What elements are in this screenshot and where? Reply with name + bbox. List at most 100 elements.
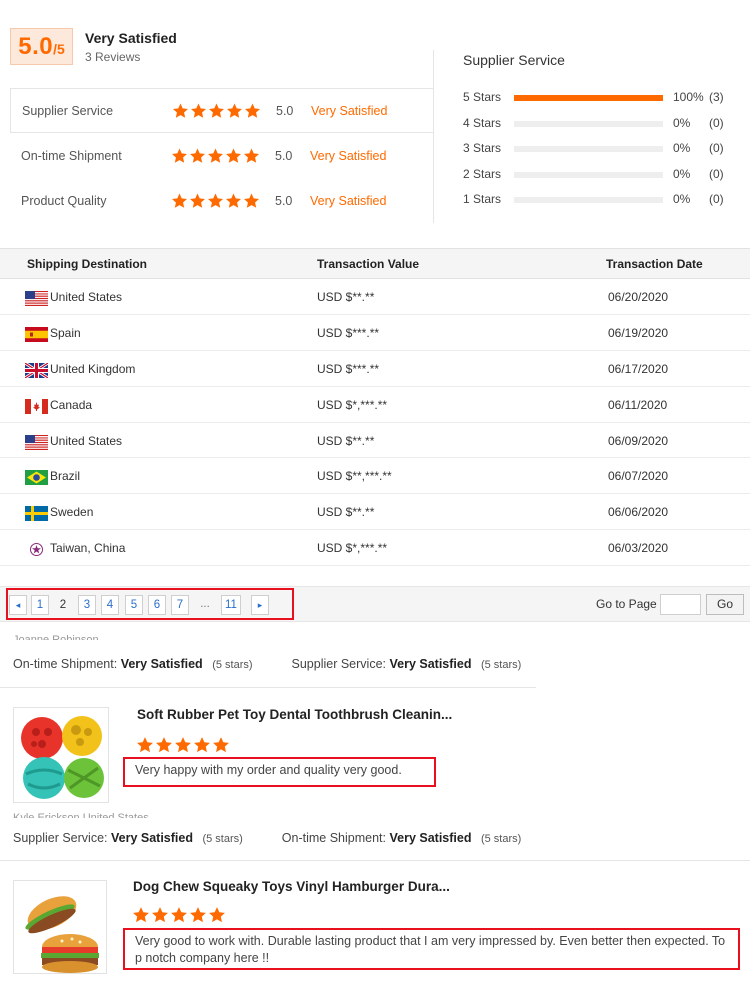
ca-flag-icon: [25, 398, 48, 414]
star-icon: [243, 147, 260, 164]
star-icon: [208, 906, 226, 924]
rubber-ball-toys-image: [21, 716, 104, 799]
rating-meta-label: On-time Shipment:: [13, 657, 118, 671]
table-row: United States USD $**.** 06/20/2020: [0, 279, 750, 315]
pagination-bar: ◂ 1 2 3 4 5 6 7 ... 11 ▸ Go to Page Go: [0, 586, 750, 622]
date-cell: 06/11/2020: [608, 397, 668, 412]
review-text-box: Very happy with my order and quality ver…: [123, 757, 436, 787]
overall-score-badge: 5.0 /5: [10, 28, 73, 65]
distribution-count: (3): [709, 90, 724, 104]
distribution-row[interactable]: 5 Stars 100% (3): [463, 90, 748, 116]
overall-satisfaction-label: Very Satisfied: [85, 30, 177, 46]
star-icon: [212, 736, 230, 754]
table-row: Sweden USD $**.** 06/06/2020: [0, 494, 750, 531]
rating-row-label: Supplier Service: [22, 103, 114, 118]
page-button-6[interactable]: 6: [148, 595, 166, 615]
page-button-5[interactable]: 5: [125, 595, 143, 615]
star-icon: [132, 906, 150, 924]
value-cell: USD $**.**: [317, 505, 375, 520]
star-icon: [189, 147, 206, 164]
distribution-percent: 0%: [673, 141, 691, 155]
rating-categories: Supplier Service 5.0 Very Satisfied On-t…: [10, 88, 433, 224]
table-row: United States USD $**.** 06/09/2020: [0, 423, 750, 459]
review-star-rating: [136, 736, 230, 754]
br-flag-icon: [25, 470, 48, 486]
rating-meta-value: Very Satisfied: [110, 831, 193, 845]
destination-cell: United Kingdom: [50, 361, 136, 376]
rating-row-on-time-shipment[interactable]: On-time Shipment 5.0 Very Satisfied: [10, 133, 433, 179]
five-star-rating: [172, 102, 261, 119]
table-row: Canada USD $*,***.** 06/11/2020: [0, 387, 750, 423]
rating-row-product-quality[interactable]: Product Quality 5.0 Very Satisfied: [10, 179, 433, 225]
rating-meta-label: On-time Shipment:: [281, 831, 386, 845]
product-image-hamburger[interactable]: [13, 880, 107, 974]
distribution-label: 5 Stars: [463, 90, 502, 104]
star-icon: [136, 736, 154, 754]
rating-meta-value: Very Satisfied: [120, 657, 203, 671]
prev-page-button[interactable]: ◂: [9, 595, 27, 615]
distribution-bar: [514, 171, 663, 178]
rating-row-text: Very Satisfied: [311, 103, 388, 118]
rating-row-supplier-service[interactable]: Supplier Service 5.0 Very Satisfied: [10, 88, 433, 133]
go-to-page-input[interactable]: [660, 594, 701, 615]
summary-divider: [433, 50, 434, 223]
column-header-date: Transaction Date: [606, 257, 703, 271]
distribution-row[interactable]: 4 Stars 0% (0): [463, 116, 748, 142]
value-cell: USD $**.**: [317, 433, 375, 448]
rating-row-text: Very Satisfied: [310, 148, 387, 163]
distribution-bar-fill: [514, 95, 663, 101]
star-icon: [189, 906, 207, 924]
destination-cell: United States: [50, 433, 123, 448]
distribution-label: 4 Stars: [463, 115, 502, 130]
distribution-count: (0): [709, 166, 724, 181]
distribution-label: 3 Stars: [463, 141, 502, 155]
rating-meta-value: Very Satisfied: [389, 831, 472, 845]
page-button-7[interactable]: 7: [171, 595, 189, 615]
star-icon: [155, 736, 173, 754]
star-icon: [193, 736, 211, 754]
date-cell: 06/20/2020: [608, 290, 669, 304]
es-flag-icon: [25, 326, 48, 342]
star-icon: [207, 147, 224, 164]
product-title[interactable]: Dog Chew Squeaky Toys Vinyl Hamburger Du…: [133, 879, 450, 894]
value-cell: USD $***.**: [317, 325, 380, 340]
table-header: Shipping Destination Transaction Value T…: [0, 248, 750, 279]
tw-emblem-icon: [25, 542, 48, 557]
rating-row-label: Product Quality: [21, 194, 107, 209]
date-cell: 06/03/2020: [608, 541, 669, 556]
next-page-button[interactable]: ▸: [251, 595, 269, 615]
distribution-percent: 100%: [673, 90, 704, 104]
rating-meta-stars: (5 stars): [480, 659, 522, 671]
page-button-last[interactable]: 11: [221, 595, 241, 615]
reviews-count: 3 Reviews: [85, 50, 141, 64]
star-icon: [171, 193, 188, 210]
gb-flag-icon: [24, 361, 49, 380]
rating-meta-label: Supplier Service:: [291, 657, 387, 671]
star-icon: [225, 147, 242, 164]
distribution-bar: [514, 95, 663, 101]
distribution-row[interactable]: 3 Stars 0% (0): [463, 141, 748, 167]
go-button[interactable]: Go: [706, 594, 744, 615]
page-button-4[interactable]: 4: [101, 595, 119, 615]
distribution-row[interactable]: 1 Stars 0% (0): [463, 192, 748, 218]
page-button-3[interactable]: 3: [78, 595, 96, 615]
distribution-percent: 0%: [673, 166, 691, 181]
destination-cell: Sweden: [50, 505, 94, 520]
column-header-destination: Shipping Destination: [27, 257, 147, 271]
table-row: United Kingdom USD $***.** 06/17/2020: [0, 351, 750, 387]
star-icon: [207, 193, 224, 210]
star-icon: [171, 147, 188, 164]
date-cell: 06/09/2020: [608, 433, 669, 448]
value-cell: USD $***.**: [317, 361, 380, 376]
review-divider: [0, 687, 536, 688]
value-cell: USD $*,***.**: [317, 397, 388, 412]
destination-cell: United States: [50, 290, 123, 304]
page-button-1[interactable]: 1: [31, 595, 49, 615]
product-title[interactable]: Soft Rubber Pet Toy Dental Toothbrush Cl…: [137, 707, 452, 722]
product-image-rubber-balls[interactable]: [13, 707, 109, 803]
distribution-row[interactable]: 2 Stars 0% (0): [463, 167, 748, 193]
star-icon: [151, 906, 169, 924]
destination-cell: Taiwan, China: [50, 541, 126, 556]
star-icon: [189, 193, 206, 210]
review-divider: [0, 860, 750, 861]
